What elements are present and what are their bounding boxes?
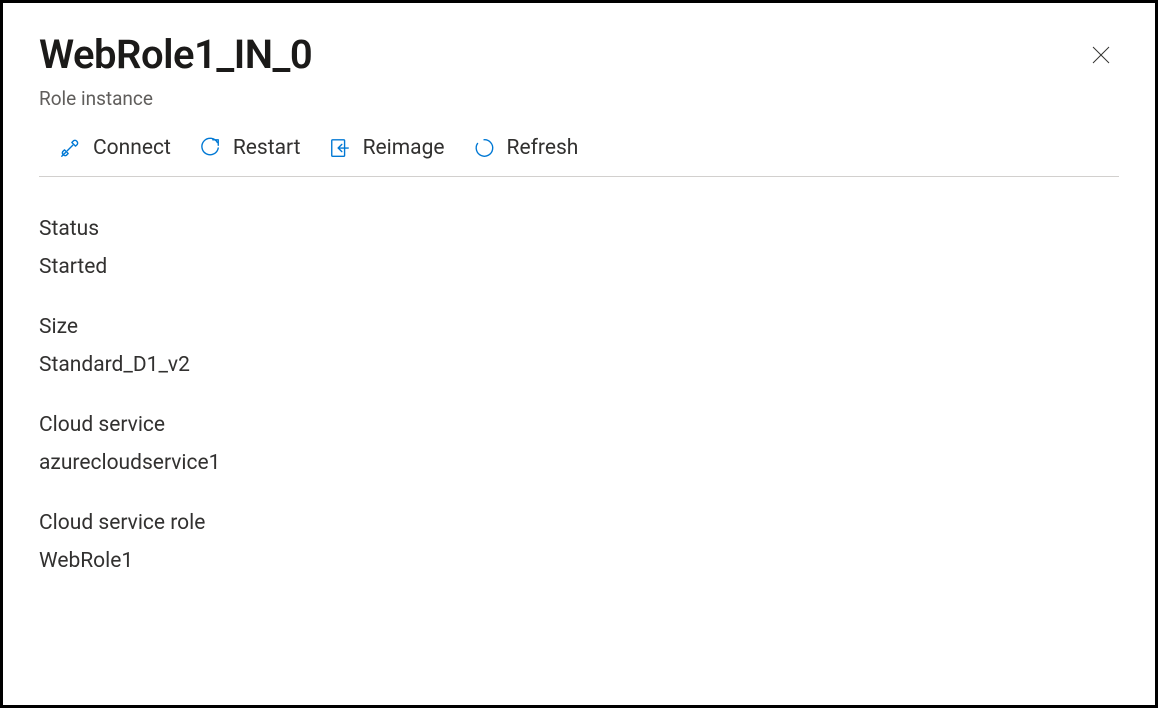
refresh-icon — [473, 137, 495, 159]
reimage-icon — [329, 137, 351, 159]
close-icon — [1090, 44, 1112, 70]
cloud-service-label: Cloud service — [39, 413, 1119, 437]
properties: Status Started Size Standard_D1_v2 Cloud… — [39, 217, 1119, 573]
restart-icon — [199, 137, 221, 159]
cloud-service-value: azurecloudservice1 — [39, 451, 1119, 475]
property-cloud-service-role: Cloud service role WebRole1 — [39, 511, 1119, 573]
restart-label: Restart — [233, 136, 301, 160]
restart-button[interactable]: Restart — [199, 136, 301, 160]
property-status: Status Started — [39, 217, 1119, 279]
size-value: Standard_D1_v2 — [39, 353, 1119, 377]
connect-label: Connect — [93, 136, 171, 160]
reimage-label: Reimage — [363, 136, 445, 160]
page-title: WebRole1_IN_0 — [39, 31, 312, 79]
toolbar: Connect Restart Reimage Refresh — [39, 136, 1119, 177]
page-subtitle: Role instance — [39, 87, 312, 110]
property-size: Size Standard_D1_v2 — [39, 315, 1119, 377]
status-value: Started — [39, 255, 1119, 279]
connect-icon — [59, 137, 81, 159]
property-cloud-service: Cloud service azurecloudservice1 — [39, 413, 1119, 475]
connect-button[interactable]: Connect — [59, 136, 171, 160]
refresh-button[interactable]: Refresh — [473, 136, 579, 160]
title-block: WebRole1_IN_0 Role instance — [39, 31, 312, 110]
cloud-service-role-value: WebRole1 — [39, 549, 1119, 573]
header: WebRole1_IN_0 Role instance — [39, 31, 1119, 110]
reimage-button[interactable]: Reimage — [329, 136, 445, 160]
close-button[interactable] — [1087, 43, 1115, 71]
size-label: Size — [39, 315, 1119, 339]
refresh-label: Refresh — [507, 136, 579, 160]
status-label: Status — [39, 217, 1119, 241]
cloud-service-role-label: Cloud service role — [39, 511, 1119, 535]
